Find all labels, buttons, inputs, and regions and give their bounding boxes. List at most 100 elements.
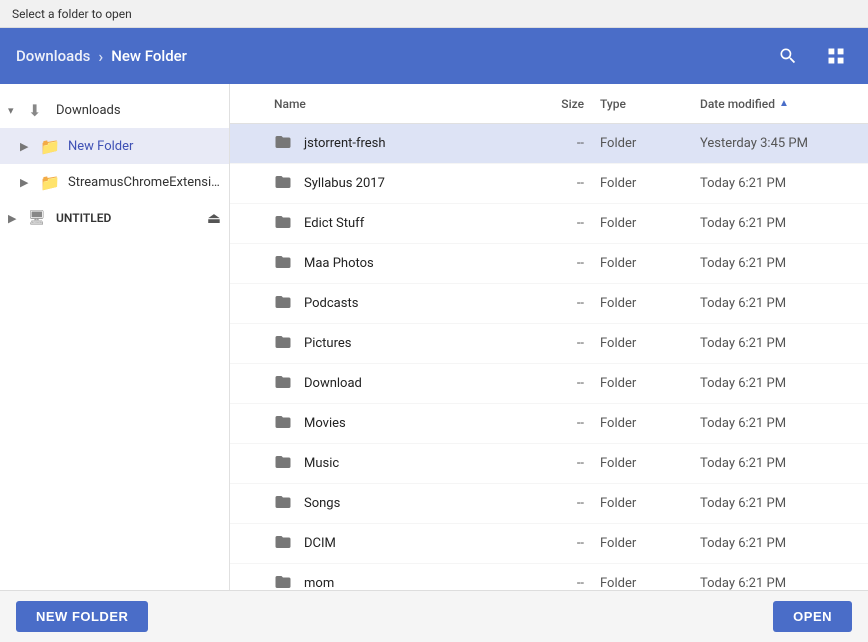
table-row[interactable]: Podcasts -- Folder Today 6:21 PM (230, 284, 868, 324)
table-row[interactable]: Download -- Folder Today 6:21 PM (230, 364, 868, 404)
file-size: -- (520, 576, 600, 590)
table-row[interactable]: Movies -- Folder Today 6:21 PM (230, 404, 868, 444)
file-size: -- (520, 256, 600, 271)
file-date: Today 6:21 PM (700, 376, 860, 391)
file-type: Folder (600, 216, 700, 231)
sidebar-item-downloads[interactable]: ▾ ⬇ Downloads (0, 92, 229, 128)
file-name: jstorrent-fresh (304, 136, 386, 151)
file-date: Today 6:21 PM (700, 256, 860, 271)
sidebar-item-untitled[interactable]: ▶ 🖥 UNTITLED ⏏ (0, 200, 229, 236)
folder-icon-streamus: 📁 (40, 173, 62, 192)
sidebar-arrow-new-folder: ▶ (20, 140, 40, 153)
file-name: DCIM (304, 536, 336, 551)
folder-icon (274, 333, 296, 355)
table-row[interactable]: DCIM -- Folder Today 6:21 PM (230, 524, 868, 564)
search-icon (778, 46, 798, 66)
file-type: Folder (600, 296, 700, 311)
file-type: Folder (600, 376, 700, 391)
table-row[interactable]: Syllabus 2017 -- Folder Today 6:21 PM (230, 164, 868, 204)
bottom-bar: NEW FOLDER OPEN (0, 590, 868, 642)
sidebar-item-new-folder[interactable]: ▶ 📁 New Folder (0, 128, 229, 164)
folder-icon (274, 493, 296, 515)
top-bar: Select a folder to open (0, 0, 868, 28)
file-size: -- (520, 376, 600, 391)
sidebar-arrow-streamus: ▶ (20, 176, 40, 189)
header: Downloads › New Folder (0, 28, 868, 84)
folder-icon (274, 573, 296, 591)
grid-icon (826, 46, 846, 66)
open-button[interactable]: OPEN (773, 601, 852, 632)
file-date: Today 6:21 PM (700, 576, 860, 590)
download-icon: ⬇ (28, 101, 50, 120)
file-size: -- (520, 336, 600, 351)
file-date: Today 6:21 PM (700, 176, 860, 191)
folder-icon (274, 173, 296, 195)
file-name: Edict Stuff (304, 216, 364, 231)
file-type: Folder (600, 416, 700, 431)
breadcrumb: Downloads › New Folder (16, 47, 187, 66)
file-name: mom (304, 576, 334, 590)
table-row[interactable]: Maa Photos -- Folder Today 6:21 PM (230, 244, 868, 284)
header-actions (772, 40, 852, 72)
col-header-type[interactable]: Type (600, 97, 700, 111)
table-row[interactable]: jstorrent-fresh -- Folder Yesterday 3:45… (230, 124, 868, 164)
new-folder-button[interactable]: NEW FOLDER (16, 601, 148, 632)
folder-icon (274, 133, 296, 155)
file-date: Today 6:21 PM (700, 336, 860, 351)
table-row[interactable]: Pictures -- Folder Today 6:21 PM (230, 324, 868, 364)
breadcrumb-root[interactable]: Downloads (16, 47, 90, 65)
file-name: Movies (304, 416, 346, 431)
file-type: Folder (600, 136, 700, 151)
col-header-name[interactable]: Name (238, 97, 520, 111)
file-size: -- (520, 216, 600, 231)
file-type: Folder (600, 256, 700, 271)
file-size: -- (520, 416, 600, 431)
file-size: -- (520, 136, 600, 151)
search-button[interactable] (772, 40, 804, 72)
file-name: Music (304, 456, 339, 471)
file-date: Today 6:21 PM (700, 456, 860, 471)
file-name: Podcasts (304, 296, 358, 311)
grid-view-button[interactable] (820, 40, 852, 72)
file-type: Folder (600, 496, 700, 511)
col-header-size[interactable]: Size (520, 97, 600, 111)
file-type: Folder (600, 336, 700, 351)
drive-icon-untitled: 🖥 (28, 210, 50, 226)
sidebar: ▾ ⬇ Downloads ▶ 📁 New Folder ▶ 📁 Streamu… (0, 84, 230, 590)
file-area: Name Size Type Date modified ▲ jstorrent… (230, 84, 868, 590)
file-list: jstorrent-fresh -- Folder Yesterday 3:45… (230, 124, 868, 590)
sidebar-item-streamus[interactable]: ▶ 📁 StreamusChromeExtensi... (0, 164, 229, 200)
table-row[interactable]: mom -- Folder Today 6:21 PM (230, 564, 868, 590)
file-date: Yesterday 3:45 PM (700, 136, 860, 151)
file-date: Today 6:21 PM (700, 216, 860, 231)
file-date: Today 6:21 PM (700, 296, 860, 311)
table-row[interactable]: Edict Stuff -- Folder Today 6:21 PM (230, 204, 868, 244)
folder-icon (274, 293, 296, 315)
main-area: ▾ ⬇ Downloads ▶ 📁 New Folder ▶ 📁 Streamu… (0, 84, 868, 590)
file-name: Download (304, 376, 362, 391)
file-size: -- (520, 536, 600, 551)
top-bar-text: Select a folder to open (12, 7, 132, 21)
file-date: Today 6:21 PM (700, 536, 860, 551)
file-date: Today 6:21 PM (700, 496, 860, 511)
breadcrumb-separator: › (98, 47, 103, 66)
file-name: Songs (304, 496, 340, 511)
folder-icon (274, 373, 296, 395)
file-type: Folder (600, 536, 700, 551)
file-size: -- (520, 296, 600, 311)
file-date: Today 6:21 PM (700, 416, 860, 431)
eject-icon[interactable]: ⏏ (207, 209, 221, 227)
sidebar-label-streamus: StreamusChromeExtensi... (68, 175, 221, 190)
file-type: Folder (600, 456, 700, 471)
table-row[interactable]: Music -- Folder Today 6:21 PM (230, 444, 868, 484)
folder-icon (274, 413, 296, 435)
file-name: Syllabus 2017 (304, 176, 385, 191)
col-header-date[interactable]: Date modified ▲ (700, 97, 860, 111)
file-size: -- (520, 176, 600, 191)
file-name: Pictures (304, 336, 351, 351)
sidebar-arrow-untitled: ▶ (8, 212, 28, 225)
table-row[interactable]: Songs -- Folder Today 6:21 PM (230, 484, 868, 524)
sidebar-label-untitled: UNTITLED (56, 211, 203, 225)
folder-icon (274, 213, 296, 235)
folder-icon-new-folder: 📁 (40, 137, 62, 156)
